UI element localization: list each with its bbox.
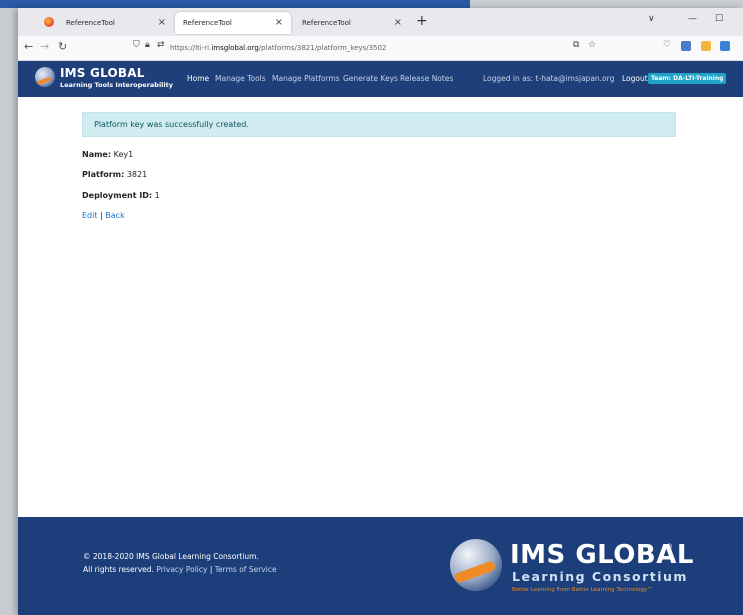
close-tab-icon[interactable]: ×	[275, 12, 283, 34]
success-alert: Platform key was successfully created.	[82, 112, 676, 137]
translate-icon[interactable]: ⧉	[573, 40, 579, 50]
tab-2-active[interactable]: ReferenceTool ×	[175, 12, 291, 34]
name-field: Name: Key1	[82, 150, 133, 159]
url-host: imsglobal.org	[211, 44, 259, 52]
reload-icon[interactable]: ↻	[58, 40, 67, 53]
tab-3[interactable]: ReferenceTool ×	[294, 12, 410, 34]
tab-1[interactable]: ReferenceTool ×	[58, 12, 174, 34]
desktop-background	[0, 0, 470, 8]
app-header: IMS GLOBAL Learning Tools Interoperabili…	[18, 61, 743, 97]
back-arrow-icon[interactable]: ←	[24, 40, 33, 53]
url-path: /platforms/3821/platform_keys/3502	[258, 44, 387, 52]
list-tabs-icon[interactable]: ∨	[648, 14, 655, 24]
logged-in-status: Logged in as: t-hata@imsjapan.org	[483, 74, 615, 83]
navigation-toolbar: ← → ↻ ⛉ 🔒︎ ⇄ https://lti-ri.imsglobal.or…	[18, 36, 743, 61]
logout-link[interactable]: Logout	[622, 74, 648, 83]
nav-release-notes[interactable]: Release Notes	[400, 74, 453, 83]
firefox-icon[interactable]	[44, 17, 54, 27]
tab-title: ReferenceTool	[183, 19, 232, 27]
extension-translate-icon[interactable]	[681, 41, 691, 51]
browser-window: ReferenceTool × ReferenceTool × Referenc…	[18, 8, 743, 615]
deployment-field: Deployment ID: 1	[82, 191, 160, 200]
lock-icon[interactable]: 🔒︎	[145, 40, 150, 50]
terms-of-service-link[interactable]: Terms of Service	[215, 565, 277, 574]
maximize-button[interactable]: ☐	[715, 14, 723, 24]
url-scheme: https://lti-ri.	[170, 44, 212, 52]
nav-manage-platforms[interactable]: Manage Platforms	[272, 74, 340, 83]
registered-mark: ®	[666, 543, 673, 551]
brand-title[interactable]: IMS GLOBAL	[60, 66, 145, 80]
action-links: Edit | Back	[82, 211, 125, 220]
deployment-value: 1	[152, 191, 160, 200]
new-tab-button[interactable]: +	[416, 13, 428, 29]
rights-line: All rights reserved. Privacy Policy | Te…	[83, 565, 277, 574]
ims-globe-logo-icon	[450, 539, 502, 591]
footer: © 2018-2020 IMS Global Learning Consorti…	[18, 517, 743, 615]
close-tab-icon[interactable]: ×	[394, 12, 402, 34]
nav-generate-keys[interactable]: Generate Keys	[343, 74, 398, 83]
close-tab-icon[interactable]: ×	[158, 12, 166, 34]
tab-title: ReferenceTool	[66, 19, 115, 27]
platform-value: 3821	[124, 170, 148, 179]
rights-text: All rights reserved.	[83, 565, 154, 574]
platform-field: Platform: 3821	[82, 170, 147, 179]
tab-title: ReferenceTool	[302, 19, 351, 27]
team-badge[interactable]: Team: DA-LTI-Training	[648, 73, 727, 84]
ims-globe-logo-icon[interactable]	[35, 67, 55, 87]
platform-label: Platform:	[82, 170, 125, 179]
brand-subtitle: Learning Tools Interoperability	[60, 81, 173, 89]
permissions-icon[interactable]: ⇄	[157, 40, 165, 50]
footer-logo-tagline: Better Learning From Better Learning Tec…	[512, 587, 653, 593]
nav-home[interactable]: Home	[187, 74, 209, 83]
name-value: Key1	[111, 150, 134, 159]
url-input[interactable]: https://lti-ri.imsglobal.org/platforms/3…	[170, 39, 590, 57]
shield-icon[interactable]: ⛉	[133, 40, 140, 50]
bookmark-star-icon[interactable]: ☆	[588, 40, 596, 50]
privacy-policy-link[interactable]: Privacy Policy	[156, 565, 207, 574]
forward-arrow-icon[interactable]: →	[40, 40, 49, 53]
nav-manage-tools[interactable]: Manage Tools	[215, 74, 266, 83]
copyright-text: © 2018-2020 IMS Global Learning Consorti…	[83, 552, 259, 561]
edit-link[interactable]: Edit	[82, 211, 98, 220]
extension-brush-icon[interactable]	[701, 41, 711, 51]
footer-separator: |	[207, 565, 215, 574]
minimize-button[interactable]: —	[688, 14, 697, 24]
extension-puzzle-icon[interactable]	[720, 41, 730, 51]
back-link[interactable]: Back	[105, 211, 124, 220]
name-label: Name:	[82, 150, 112, 159]
pocket-icon[interactable]: ♡	[663, 40, 671, 50]
deployment-label: Deployment ID:	[82, 191, 153, 200]
tab-bar: ReferenceTool × ReferenceTool × Referenc…	[18, 8, 743, 36]
footer-logo-subtitle: Learning Consortium	[512, 569, 688, 584]
